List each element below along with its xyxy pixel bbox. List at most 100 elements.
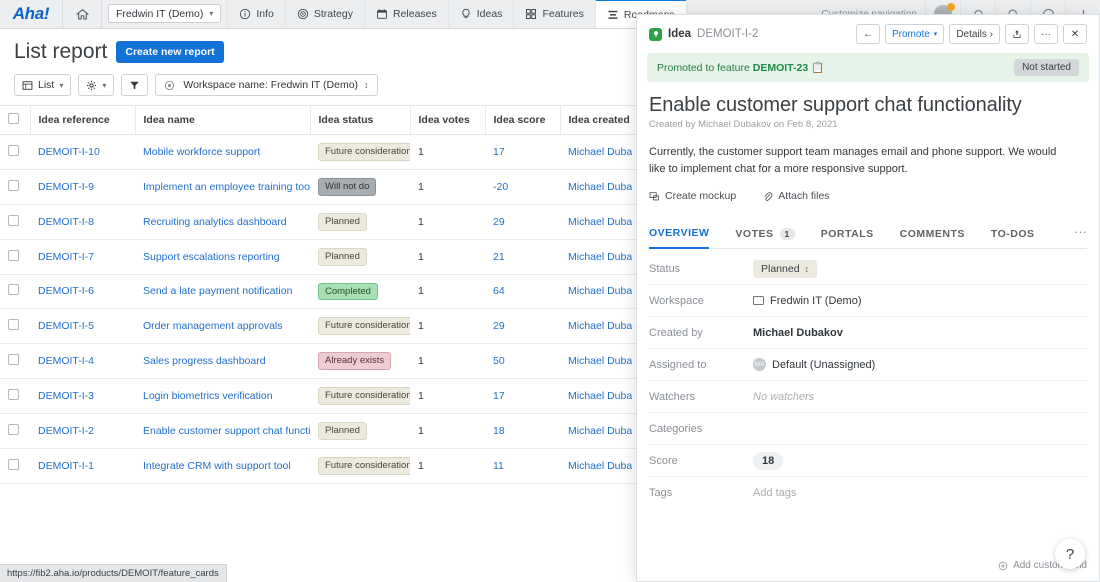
row-checkbox[interactable] — [8, 180, 19, 191]
idea-score-link[interactable]: 21 — [493, 251, 505, 263]
table-row[interactable]: DEMOIT-I-8 Recruiting analytics dashboard… — [0, 204, 640, 239]
row-checkbox[interactable] — [8, 354, 19, 365]
tab-to-dos[interactable]: TO-DOS — [991, 221, 1035, 248]
details-button[interactable]: Details › — [949, 24, 1000, 44]
field-value[interactable]: 18 — [753, 452, 1087, 470]
table-row[interactable]: DEMOIT-I-2 Enable customer support chat f… — [0, 414, 640, 449]
help-fab-button[interactable]: ? — [1055, 539, 1085, 569]
row-select-cell[interactable] — [0, 239, 30, 274]
promote-button[interactable]: Promote ▾ — [885, 24, 944, 44]
nav-item-releases[interactable]: Releases — [364, 0, 448, 28]
idea-creator-link[interactable]: Michael Duba — [568, 460, 632, 472]
idea-creator-link[interactable]: Michael Duba — [568, 146, 632, 158]
idea-reference-link[interactable]: DEMOIT-I-1 — [38, 460, 94, 472]
column-header-idea-reference[interactable]: Idea reference — [30, 106, 135, 135]
home-icon[interactable] — [63, 0, 101, 28]
copy-icon[interactable]: 📋 — [811, 62, 824, 74]
idea-score-link[interactable]: 64 — [493, 285, 505, 297]
nav-item-ideas[interactable]: Ideas — [448, 0, 514, 28]
row-checkbox[interactable] — [8, 424, 19, 435]
idea-creator-link[interactable]: Michael Duba — [568, 216, 632, 228]
idea-reference-link[interactable]: DEMOIT-I-2 — [38, 425, 94, 437]
settings-button[interactable]: ▾ — [78, 74, 114, 96]
select-all-cell[interactable] — [0, 106, 30, 135]
tab-overview[interactable]: OVERVIEW — [649, 220, 709, 249]
table-row[interactable]: DEMOIT-I-10Mobile workforce supportFutur… — [0, 135, 640, 170]
idea-reference-link[interactable]: DEMOIT-I-6 — [38, 285, 94, 297]
idea-creator-link[interactable]: Michael Duba — [568, 285, 632, 297]
row-select-cell[interactable] — [0, 448, 30, 483]
row-checkbox[interactable] — [8, 250, 19, 261]
column-header-idea-name[interactable]: Idea name — [135, 106, 310, 135]
row-select-cell[interactable] — [0, 309, 30, 344]
watchers-value[interactable]: No watchers — [753, 391, 1087, 403]
status-select[interactable]: Planned ↕ — [753, 260, 817, 278]
tab-comments[interactable]: COMMENTS — [900, 221, 965, 248]
idea-creator-link[interactable]: Michael Duba — [568, 181, 632, 193]
table-row[interactable]: DEMOIT-I-4Sales progress dashboardAlread… — [0, 344, 640, 379]
row-select-cell[interactable] — [0, 274, 30, 309]
idea-name-link[interactable]: Mobile workforce support — [143, 146, 260, 158]
idea-reference-link[interactable]: DEMOIT-I-7 — [38, 251, 94, 263]
create-new-report-button[interactable]: Create new report — [116, 41, 223, 63]
row-select-cell[interactable] — [0, 414, 30, 449]
column-header-idea-created[interactable]: Idea created — [560, 106, 640, 135]
promoted-feature-link[interactable]: DEMOIT-23 — [753, 62, 808, 74]
nav-item-features[interactable]: Features — [513, 0, 594, 28]
row-checkbox[interactable] — [8, 389, 19, 400]
idea-score-link[interactable]: -20 — [493, 181, 508, 193]
attach-files-button[interactable]: Attach files — [762, 190, 829, 202]
idea-name-link[interactable]: Order management approvals — [143, 320, 283, 332]
share-button[interactable] — [1005, 24, 1029, 44]
idea-reference-link[interactable]: DEMOIT-I-3 — [38, 390, 94, 402]
idea-name-link[interactable]: Recruiting analytics dashboard — [143, 216, 287, 228]
stepper-icon[interactable]: ↕ — [364, 80, 369, 90]
row-checkbox[interactable] — [8, 215, 19, 226]
tabs-overflow-button[interactable]: ··· — [1074, 224, 1087, 245]
idea-reference-link[interactable]: DEMOIT-I-8 — [38, 216, 94, 228]
idea-creator-link[interactable]: Michael Duba — [568, 390, 632, 402]
idea-name-link[interactable]: Support escalations reporting — [143, 251, 280, 263]
tab-votes[interactable]: VOTES1 — [735, 221, 794, 248]
column-header-idea-status[interactable]: Idea status — [310, 106, 410, 135]
row-select-cell[interactable] — [0, 204, 30, 239]
idea-creator-link[interactable]: Michael Duba — [568, 251, 632, 263]
idea-reference-link[interactable]: DEMOIT-I-4 — [38, 355, 94, 367]
table-row[interactable]: DEMOIT-I-5Order management approvalsFutu… — [0, 309, 640, 344]
row-checkbox[interactable] — [8, 319, 19, 330]
table-row[interactable]: DEMOIT-I-6 Send a late payment notificati… — [0, 274, 640, 309]
idea-reference-link[interactable]: DEMOIT-I-10 — [38, 146, 100, 158]
idea-creator-link[interactable]: Michael Duba — [568, 425, 632, 437]
table-row[interactable]: DEMOIT-I-9Implement an employee training… — [0, 169, 640, 204]
idea-reference-link[interactable]: DEMOIT-I-5 — [38, 320, 94, 332]
table-row[interactable]: DEMOIT-I-3Login biometrics verificationF… — [0, 379, 640, 414]
row-checkbox[interactable] — [8, 459, 19, 470]
workspace-picker[interactable]: Fredwin IT (Demo) ▾ — [108, 4, 221, 23]
idea-score-link[interactable]: 50 — [493, 355, 505, 367]
row-select-cell[interactable] — [0, 135, 30, 170]
field-value[interactable]: Planned ↕ — [753, 260, 1087, 278]
idea-score-link[interactable]: 17 — [493, 146, 505, 158]
table-row[interactable]: DEMOIT-I-1 Integrate CRM with support too… — [0, 448, 640, 483]
row-select-cell[interactable] — [0, 344, 30, 379]
row-select-cell[interactable] — [0, 169, 30, 204]
row-select-cell[interactable] — [0, 379, 30, 414]
idea-reference-link[interactable]: DEMOIT-I-9 — [38, 181, 94, 193]
aha-logo[interactable]: Aha! — [0, 0, 62, 28]
tab-portals[interactable]: PORTALS — [821, 221, 874, 248]
nav-item-strategy[interactable]: Strategy — [285, 0, 364, 28]
column-header-idea-score[interactable]: Idea score — [485, 106, 560, 135]
idea-score-link[interactable]: 11 — [493, 460, 504, 472]
view-type-button[interactable]: List ▾ — [14, 74, 71, 96]
idea-creator-link[interactable]: Michael Duba — [568, 320, 632, 332]
idea-name-link[interactable]: Enable customer support chat functionali… — [143, 425, 310, 437]
idea-score-link[interactable]: 29 — [493, 216, 505, 228]
more-actions-button[interactable]: ··· — [1034, 24, 1058, 44]
idea-score-link[interactable]: 29 — [493, 320, 505, 332]
create-mockup-button[interactable]: Create mockup — [649, 190, 736, 202]
field-value[interactable]: N/A Default (Unassigned) — [753, 358, 1087, 371]
clear-circle-icon[interactable] — [156, 80, 181, 91]
close-icon[interactable]: ✕ — [1063, 24, 1087, 44]
idea-name-link[interactable]: Integrate CRM with support tool — [143, 460, 291, 472]
idea-name-link[interactable]: Send a late payment notification — [143, 285, 292, 297]
